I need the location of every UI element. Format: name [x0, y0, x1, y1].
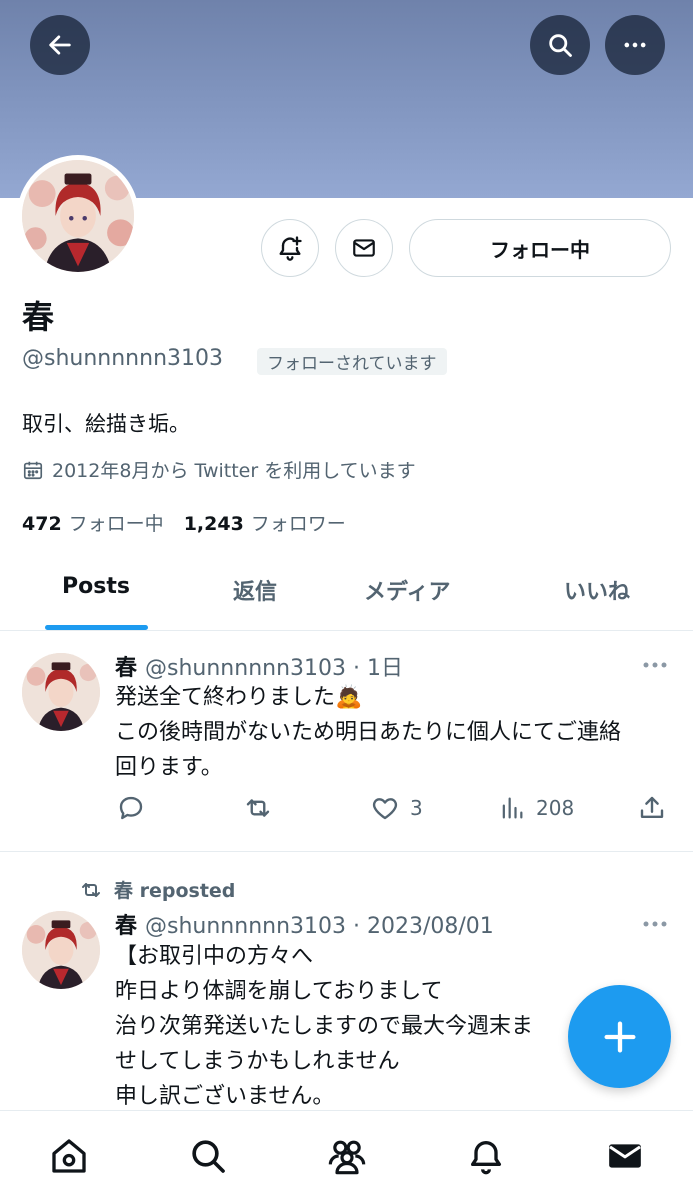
tweet-text: 発送全て終わりました🙇 この後時間がないため明日あたりに個人にてご連絡 回ります… — [115, 680, 621, 785]
tab-likes[interactable]: いいね — [564, 574, 630, 606]
reply-button[interactable] — [116, 793, 146, 823]
repost-icon — [82, 882, 100, 897]
more-button[interactable] — [605, 15, 665, 75]
nav-messages[interactable] — [602, 1133, 648, 1179]
joined-date: 2012年8月から Twitter を利用しています — [22, 456, 416, 483]
avatar-illustration — [22, 911, 100, 989]
follow-stats: 472 フォロー中 1,243 フォロワー — [22, 509, 346, 536]
like-count: 3 — [410, 796, 423, 820]
repost-label: 春 reposted — [114, 880, 236, 902]
reply-icon — [119, 796, 143, 820]
following-label: フォロー中 — [68, 513, 164, 535]
repost-button[interactable] — [242, 793, 274, 823]
following-stat[interactable]: 472 フォロー中 — [22, 509, 164, 536]
more-horizontal-icon — [643, 662, 667, 668]
tweet-divider — [0, 851, 693, 852]
more-horizontal-icon — [643, 921, 667, 927]
tweet-more-button[interactable] — [640, 914, 670, 934]
tweet-avatar[interactable] — [22, 911, 100, 989]
heart-icon — [372, 798, 398, 820]
nav-home[interactable] — [46, 1133, 92, 1179]
home-icon — [52, 1139, 86, 1173]
nav-notifications[interactable] — [463, 1133, 509, 1179]
avatar-illustration — [22, 653, 100, 731]
tweet-header: 春 @shunnnnnn3103 · 2023/08/01 — [115, 908, 494, 940]
bottom-navigation — [0, 1110, 693, 1200]
followers-count: 1,243 — [183, 513, 244, 535]
tweet-line: この後時間がないため明日あたりに個人にてご連絡 — [115, 720, 622, 745]
tab-media[interactable]: メディア — [364, 574, 450, 606]
tweet-line: 回ります。 — [115, 755, 223, 780]
following-count: 472 — [22, 513, 62, 535]
search-icon — [192, 1140, 225, 1173]
profile-bio: 取引、絵描き垢。 — [22, 412, 190, 436]
plus-icon — [604, 1021, 635, 1052]
active-tab-indicator — [45, 625, 148, 630]
repost-indicator[interactable]: 春 reposted — [78, 876, 235, 903]
search-button[interactable] — [530, 15, 590, 75]
views-chart-icon — [502, 797, 523, 819]
share-icon — [640, 796, 664, 818]
compose-button[interactable] — [568, 985, 671, 1088]
profile-tabs: Posts 返信 メディア いいね — [0, 560, 693, 631]
share-button[interactable] — [637, 793, 667, 823]
tweet-actions: 3 208 — [0, 793, 693, 829]
tweet-line: 発送全て終わりました🙇 — [115, 685, 363, 710]
tweet-line: 申し訳ございません。 — [115, 1084, 335, 1109]
calendar-icon — [23, 461, 43, 479]
avatar-illustration — [22, 160, 134, 272]
tweet-meta: @shunnnnnn3103 · 1日 — [145, 656, 403, 681]
profile-handle: @shunnnnnn3103 — [22, 346, 223, 371]
repost-icon — [246, 799, 270, 817]
messages-icon — [609, 1144, 641, 1168]
search-icon — [549, 34, 572, 57]
notifications-icon — [471, 1141, 501, 1175]
envelope-icon — [353, 239, 375, 257]
following-button[interactable]: フォロー中 — [409, 219, 671, 277]
like-button[interactable]: 3 — [370, 793, 423, 823]
tweet-line: 【お取引中の方々へ — [115, 944, 314, 969]
views-count: 208 — [536, 796, 575, 820]
followers-label: フォロワー — [250, 513, 346, 535]
profile-name: 春 — [22, 298, 55, 336]
arrow-left-icon — [49, 35, 71, 55]
tweet-author-name[interactable]: 春 — [115, 914, 137, 939]
nav-communities[interactable] — [324, 1133, 370, 1179]
bell-plus-icon — [279, 236, 302, 261]
views-button[interactable]: 208 — [498, 793, 574, 823]
tweet-more-button[interactable] — [640, 655, 670, 675]
back-button[interactable] — [30, 15, 90, 75]
followers-stat[interactable]: 1,243 フォロワー — [184, 509, 346, 536]
tab-posts[interactable]: Posts — [62, 574, 130, 599]
nav-search[interactable] — [185, 1133, 231, 1179]
profile-avatar[interactable] — [17, 155, 139, 277]
follows-you-badge: フォローされています — [257, 348, 447, 375]
communities-icon — [328, 1140, 366, 1175]
more-horizontal-icon — [624, 42, 646, 48]
tab-replies[interactable]: 返信 — [233, 574, 277, 606]
tweet-author-name[interactable]: 春 — [115, 656, 137, 681]
tweet-header: 春 @shunnnnnn3103 · 1日 — [115, 650, 403, 682]
message-button[interactable] — [335, 219, 393, 277]
tweet-avatar[interactable] — [22, 653, 100, 731]
tweet-meta: @shunnnnnn3103 · 2023/08/01 — [145, 914, 494, 939]
joined-text: 2012年8月から Twitter を利用しています — [52, 460, 416, 482]
notify-button[interactable] — [261, 219, 319, 277]
